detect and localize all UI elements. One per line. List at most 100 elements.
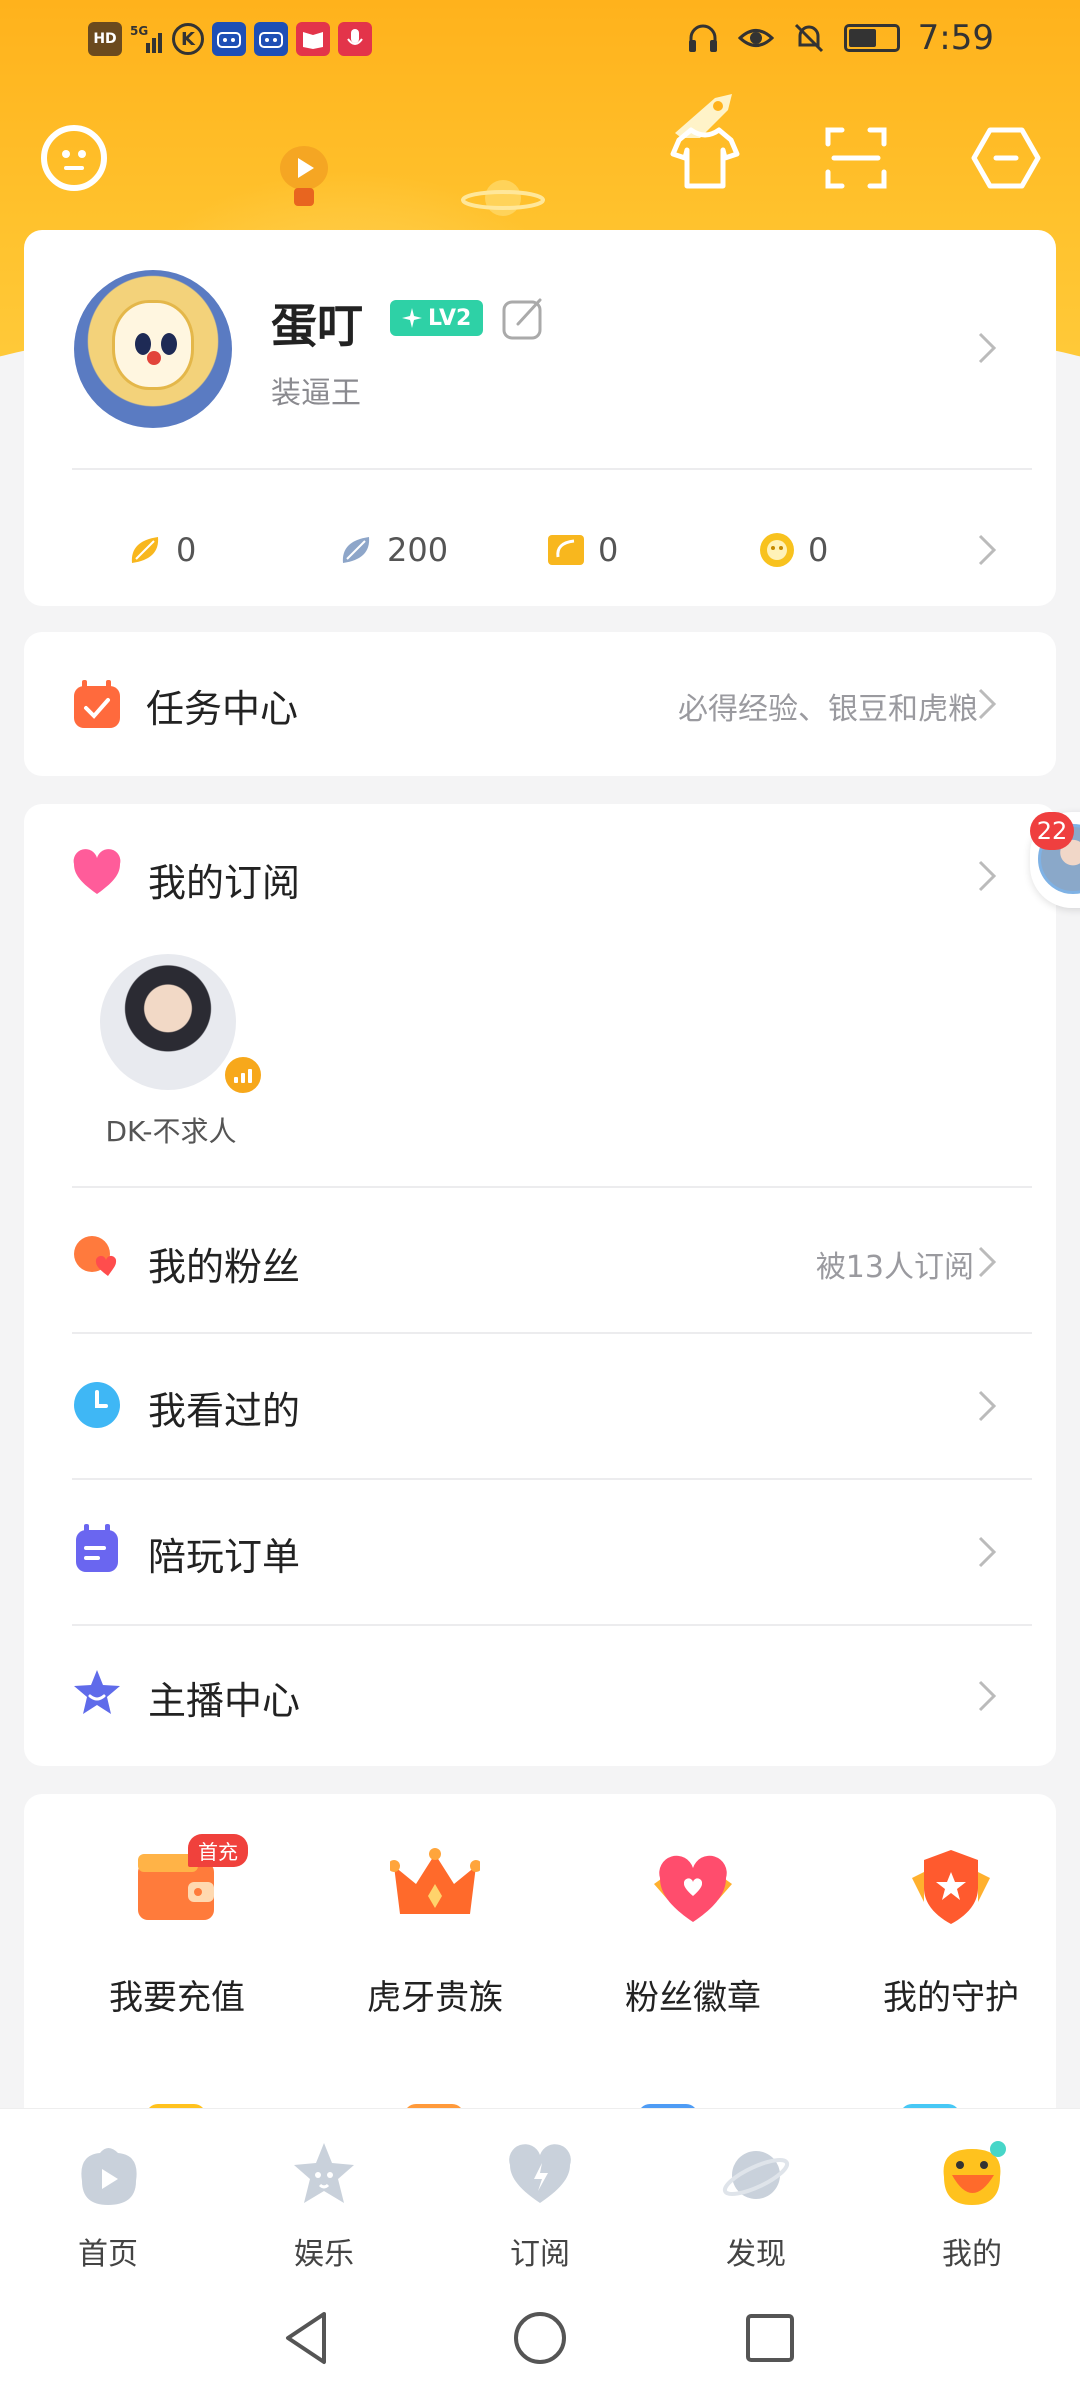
tab-label: 我的 bbox=[942, 2237, 1002, 2272]
order-icon bbox=[76, 1524, 118, 1572]
app-notification-icon bbox=[212, 22, 246, 56]
chevron-right-icon[interactable] bbox=[974, 530, 1002, 570]
my-subscriptions-title[interactable]: 我的订阅 bbox=[148, 852, 300, 907]
svg-text:5G: 5G bbox=[130, 24, 148, 38]
stat-value: 0 bbox=[808, 531, 829, 569]
first-recharge-tag: 首充 bbox=[188, 1834, 248, 1867]
fans-row[interactable]: 我的粉丝 被13人订阅 bbox=[24, 1190, 1056, 1332]
companion-order-title: 陪玩订单 bbox=[148, 1535, 301, 1579]
stat-value: 200 bbox=[387, 531, 449, 569]
scan-icon[interactable] bbox=[818, 120, 894, 196]
grid-label: 粉丝徽章 bbox=[625, 1978, 761, 2018]
status-bar: HD 5G K 7:59 bbox=[0, 0, 1080, 78]
coin-icon bbox=[760, 533, 794, 567]
streamer-center-title: 主播中心 bbox=[148, 1679, 301, 1723]
status-icons-right: 7:59 bbox=[686, 18, 994, 58]
avatar[interactable] bbox=[74, 270, 232, 428]
level-badge: LV2 bbox=[390, 300, 484, 336]
tab-label: 首页 bbox=[78, 2237, 138, 2272]
edit-icon[interactable] bbox=[500, 294, 548, 342]
book-app-icon bbox=[296, 22, 330, 56]
chevron-right-icon bbox=[978, 1390, 997, 1422]
chevron-right-icon bbox=[978, 688, 997, 720]
gold-bean-icon bbox=[131, 537, 159, 563]
signature: 装逼王 bbox=[271, 376, 361, 411]
task-center-subtitle: 必得经验、银豆和虎粮 bbox=[678, 692, 978, 727]
feature-grid: 首充 我要充值 虎牙贵族 粉丝徽章 我的守护 bbox=[24, 1794, 1056, 2154]
menu-card: 我的订阅 DK-不求人 我的粉丝 被13人订阅 我看过的 陪玩订单 主播中心 bbox=[24, 804, 1056, 1766]
mic-app-icon bbox=[338, 22, 372, 56]
divider bbox=[72, 468, 1032, 470]
stat-silver-bean[interactable]: 200 bbox=[337, 520, 448, 580]
tab-subscribe[interactable]: 订阅 bbox=[470, 2141, 610, 2272]
mine-icon bbox=[943, 2141, 1006, 2205]
star-icon bbox=[74, 1670, 120, 1714]
chevron-right-icon[interactable] bbox=[974, 328, 1002, 368]
avatar-nose bbox=[147, 351, 161, 365]
heart-badge-icon bbox=[654, 1855, 732, 1922]
tab-home[interactable]: 首页 bbox=[38, 2141, 178, 2272]
grid-item-fan-badge[interactable]: 粉丝徽章 bbox=[564, 1844, 822, 2044]
chevron-right-icon bbox=[978, 1680, 997, 1712]
avatar-face bbox=[112, 300, 194, 390]
live-signal-badge bbox=[222, 1054, 264, 1096]
companion-order-row[interactable]: 陪玩订单 bbox=[24, 1480, 1056, 1624]
level-text: LV2 bbox=[428, 305, 472, 331]
profile-card[interactable]: 蛋叮 LV2 装逼王 0 200 0 0 bbox=[24, 230, 1056, 606]
shield-icon bbox=[912, 1850, 990, 1924]
fans-subtitle: 被13人订阅 bbox=[815, 1250, 974, 1285]
chat-icon[interactable] bbox=[36, 120, 112, 196]
divider bbox=[72, 1186, 1032, 1188]
task-center-title: 任务中心 bbox=[146, 687, 299, 731]
stat-gold-bean[interactable]: 0 bbox=[126, 520, 196, 580]
stat-value: 0 bbox=[598, 531, 619, 569]
tab-label: 发现 bbox=[726, 2237, 786, 2272]
settings-hexagon-icon[interactable] bbox=[968, 120, 1044, 196]
tab-label: 娱乐 bbox=[294, 2237, 354, 2272]
hd-icon: HD bbox=[88, 22, 122, 56]
grid-label: 我的守护 bbox=[883, 1978, 1019, 2018]
heart-icon bbox=[73, 849, 121, 894]
history-row[interactable]: 我看过的 bbox=[24, 1334, 1056, 1478]
task-center-row[interactable]: 任务中心 必得经验、银豆和虎粮 bbox=[24, 632, 1056, 776]
wallet-stats: 0 200 0 0 bbox=[24, 520, 1056, 580]
username: 蛋叮 bbox=[271, 299, 363, 353]
subscribe-icon bbox=[509, 2144, 571, 2203]
clock-icon bbox=[74, 1382, 120, 1428]
tab-mine[interactable]: 我的 bbox=[902, 2141, 1042, 2272]
subscribed-streamer-avatar[interactable] bbox=[100, 954, 236, 1090]
avatar-eye bbox=[161, 333, 177, 355]
stat-value: 0 bbox=[176, 531, 197, 569]
tab-discover[interactable]: 发现 bbox=[686, 2141, 826, 2272]
discover-icon bbox=[722, 2151, 790, 2199]
mute-bell-icon bbox=[794, 23, 823, 53]
k-app-icon: K bbox=[172, 23, 204, 55]
entertainment-icon bbox=[294, 2143, 354, 2203]
stat-ticket[interactable]: 0 bbox=[546, 520, 618, 580]
headphones-icon bbox=[688, 24, 717, 52]
fans-title: 我的粉丝 bbox=[148, 1245, 301, 1289]
tab-label: 订阅 bbox=[510, 2237, 570, 2272]
tshirt-icon[interactable] bbox=[667, 120, 743, 196]
chevron-right-icon[interactable] bbox=[974, 856, 1002, 896]
grid-item-nobility[interactable]: 虎牙贵族 bbox=[306, 1844, 564, 2044]
calendar-check-icon bbox=[74, 680, 120, 728]
streamer-center-row[interactable]: 主播中心 bbox=[24, 1626, 1056, 1766]
app-notification-icon bbox=[254, 22, 288, 56]
signal-5g-icon: 5G bbox=[130, 22, 164, 56]
tab-entertainment[interactable]: 娱乐 bbox=[254, 2141, 394, 2272]
grid-item-recharge[interactable]: 首充 我要充值 bbox=[48, 1834, 306, 2044]
home-icon bbox=[81, 2148, 137, 2205]
system-nav-bar bbox=[0, 2276, 1080, 2400]
chevron-right-icon bbox=[978, 1246, 997, 1278]
back-icon[interactable] bbox=[278, 2308, 338, 2368]
fans-icon bbox=[74, 1236, 117, 1276]
stat-coin[interactable]: 0 bbox=[758, 520, 828, 580]
recents-icon[interactable] bbox=[740, 2308, 800, 2368]
grid-item-guardian[interactable]: 我的守护 bbox=[822, 1844, 1056, 2044]
top-action-bar bbox=[0, 120, 1080, 210]
home-circle-icon[interactable] bbox=[510, 2308, 570, 2368]
subscribed-streamer-name[interactable]: DK-不求人 bbox=[76, 1110, 266, 1150]
chevron-right-icon bbox=[978, 1536, 997, 1568]
silver-bean-icon bbox=[342, 537, 370, 563]
